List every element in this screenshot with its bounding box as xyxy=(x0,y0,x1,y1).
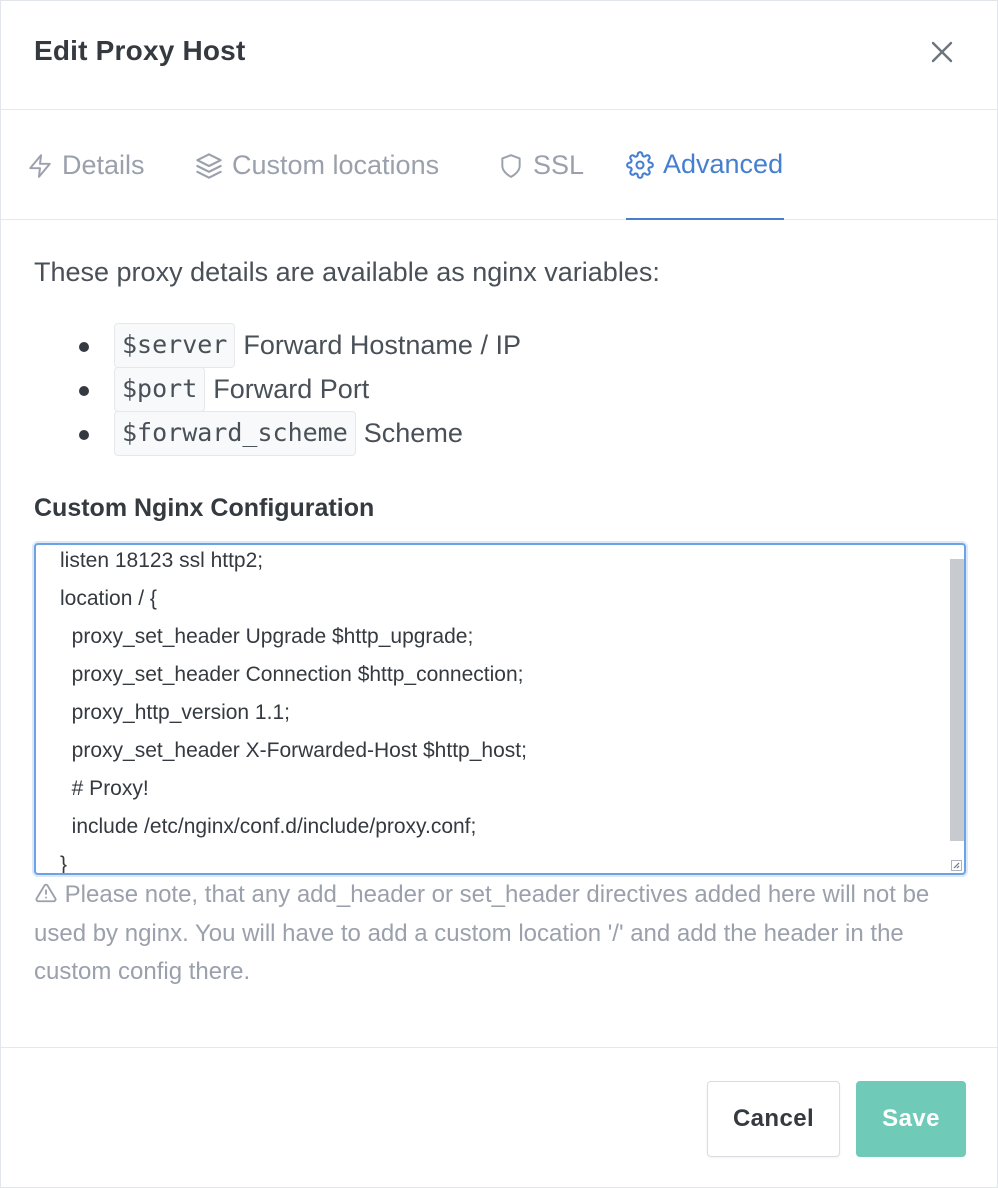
close-button[interactable] xyxy=(925,35,959,69)
list-item: $server Forward Hostname / IP xyxy=(79,322,521,368)
tab-bar: Details Custom locations SSL Advanced xyxy=(1,111,997,220)
list-item: $forward_scheme Scheme xyxy=(79,410,521,456)
warning-icon xyxy=(35,883,57,903)
bullet xyxy=(79,386,89,396)
close-icon xyxy=(931,41,953,63)
config-line: listen 18123 ssl http2; xyxy=(60,549,264,572)
resize-handle-icon[interactable] xyxy=(951,860,962,871)
save-button[interactable]: Save xyxy=(856,1081,966,1157)
tab-label: SSL xyxy=(533,150,585,180)
variable-code: $server xyxy=(114,322,236,368)
shield-icon xyxy=(501,153,521,178)
tab-ssl[interactable]: SSL xyxy=(498,111,584,220)
config-line: include /etc/nginx/conf.d/include/proxy.… xyxy=(60,815,477,838)
config-line: } xyxy=(60,853,68,875)
list-item: $port Forward Port xyxy=(79,366,521,412)
tab-label: Advanced xyxy=(663,149,784,179)
config-line: proxy_set_header Upgrade $http_upgrade; xyxy=(60,625,474,648)
variable-description: Scheme xyxy=(363,417,463,448)
config-line: # Proxy! xyxy=(60,777,149,800)
variable-code: $port xyxy=(114,366,206,412)
config-line: location / { xyxy=(60,587,157,610)
config-line: proxy_set_header Connection $http_connec… xyxy=(60,663,524,686)
bolt-icon xyxy=(29,153,51,178)
custom-config-textarea[interactable]: listen 18123 ssl http2; location / { pro… xyxy=(34,543,966,875)
modal-title: Edit Proxy Host xyxy=(34,35,246,66)
variable-description: Forward Port xyxy=(213,373,370,404)
tab-label: Custom locations xyxy=(232,150,440,180)
tab-custom-locations[interactable]: Custom locations xyxy=(195,111,439,220)
tab-details[interactable]: Details xyxy=(27,111,145,220)
modal-footer: Cancel Save xyxy=(1,1047,997,1187)
config-line: proxy_http_version 1.1; xyxy=(60,701,290,724)
bullet xyxy=(79,342,89,352)
config-label: Custom Nginx Configuration xyxy=(34,494,375,522)
config-line: proxy_set_header X-Forwarded-Host $http_… xyxy=(60,739,527,762)
bullet xyxy=(79,430,89,440)
cancel-button[interactable]: Cancel xyxy=(707,1081,840,1157)
variables-list: $server Forward Hostname / IP $port Forw… xyxy=(79,322,521,456)
modal-header: Edit Proxy Host xyxy=(1,1,997,110)
variables-intro: These proxy details are available as ngi… xyxy=(34,257,660,287)
edit-proxy-host-modal: Edit Proxy Host Details Custom locations xyxy=(0,0,998,1188)
tab-label: Details xyxy=(62,150,145,180)
header-directive-note: Please note, that any add_header or set_… xyxy=(34,876,954,992)
variable-code: $forward_scheme xyxy=(114,410,356,456)
tab-advanced[interactable]: Advanced xyxy=(626,111,784,220)
gear-icon xyxy=(626,150,654,179)
layers-icon xyxy=(196,152,222,179)
textarea-scrollbar[interactable] xyxy=(950,559,964,841)
note-text: Please note, that any add_header or set_… xyxy=(34,881,930,985)
variable-description: Forward Hostname / IP xyxy=(243,329,521,360)
